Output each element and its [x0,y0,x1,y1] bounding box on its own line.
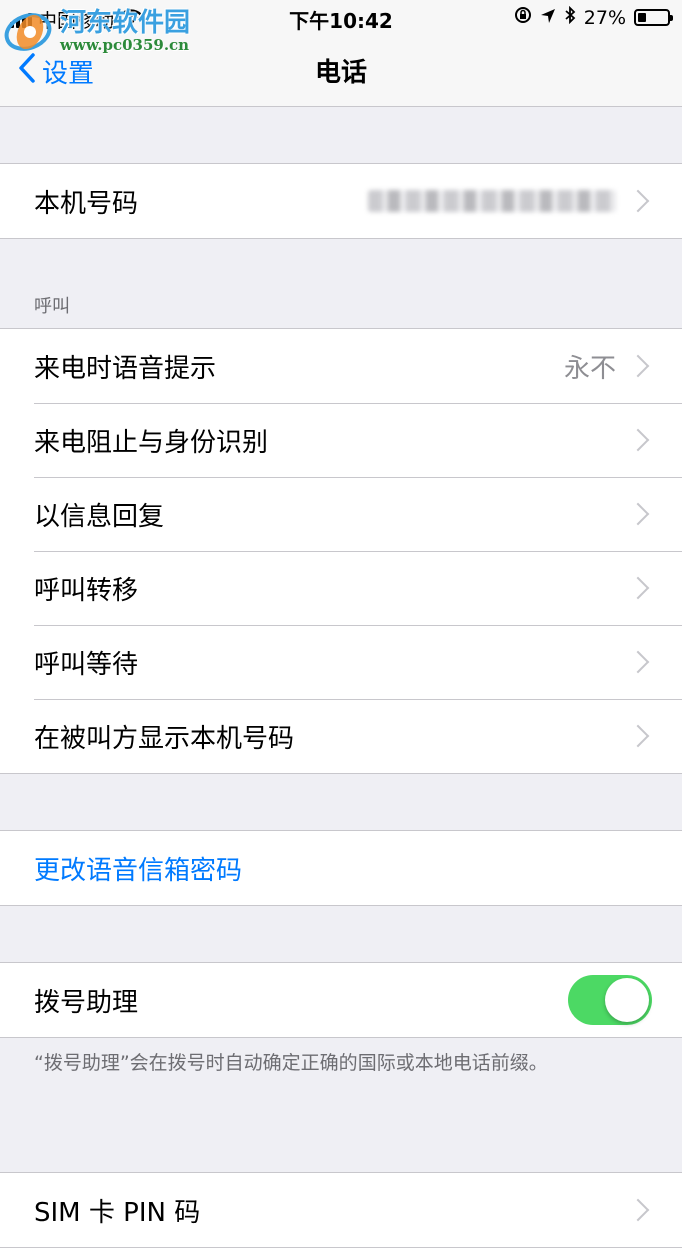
my-number-row[interactable]: 本机号码 [0,164,682,238]
announce-calls-label: 来电时语音提示 [34,353,217,384]
show-caller-id-row[interactable]: 在被叫方显示本机号码 [0,699,682,773]
change-voicemail-password-label: 更改语音信箱密码 [34,855,243,886]
chevron-right-icon [626,576,650,600]
page-title: 电话 [314,58,367,88]
sim-pin-row[interactable]: SIM 卡 PIN 码 [0,1173,682,1247]
watermark-url: www.pc0359.cn [60,35,190,54]
lock-rotation-icon [514,6,532,29]
chevron-right-icon [626,1198,650,1222]
chevron-right-icon [626,724,650,748]
chevron-right-icon [626,354,650,378]
change-voicemail-password-button[interactable]: 更改语音信箱密码 [0,831,682,905]
call-waiting-label: 呼叫等待 [34,649,139,680]
battery-percent: 27% [583,6,626,29]
voicemail-group: 更改语音信箱密码 [0,830,682,906]
call-blocking-row[interactable]: 来电阻止与身份识别 [0,403,682,477]
dial-assist-toggle[interactable] [568,975,652,1025]
my-number-group: 本机号码 [0,163,682,239]
call-blocking-label: 来电阻止与身份识别 [34,427,269,458]
respond-with-text-row[interactable]: 以信息回复 [0,477,682,551]
chevron-right-icon [626,650,650,674]
dial-assist-footer: “拨号助理”会在拨号时自动确定正确的国际或本地电话前缀。 [34,1052,548,1074]
battery-level-fill [638,13,646,22]
my-number-value-blurred [368,190,616,212]
bluetooth-icon [564,5,576,29]
watermark-title: 河东软件园 [60,8,191,39]
toggle-knob [605,978,649,1022]
calls-group: 来电时语音提示 永不 来电阻止与身份识别 以信息回复 呼叫转移 呼叫等待 在被叫… [0,328,682,774]
status-right: 27% [514,5,673,29]
call-waiting-row[interactable]: 呼叫等待 [0,625,682,699]
chevron-right-icon [626,428,650,452]
sim-pin-group: SIM 卡 PIN 码 [0,1172,682,1248]
chevron-right-icon [626,502,650,526]
my-number-label: 本机号码 [34,188,139,219]
call-forwarding-row[interactable]: 呼叫转移 [0,551,682,625]
dial-assist-label: 拨号助理 [34,987,139,1018]
show-caller-id-label: 在被叫方显示本机号码 [34,723,295,754]
watermark: 河东软件园 www.pc0359.cn [4,10,190,54]
sim-pin-label: SIM 卡 PIN 码 [34,1197,201,1228]
dial-assist-group: 拨号助理 [0,962,682,1038]
chevron-right-icon [626,189,650,213]
calls-section-header: 呼叫 [34,296,70,317]
respond-with-text-label: 以信息回复 [34,501,165,532]
dial-assist-row: 拨号助理 [0,963,682,1037]
call-forwarding-label: 呼叫转移 [34,575,139,606]
announce-calls-value: 永不 [563,353,616,384]
location-icon [540,7,556,29]
battery-icon [634,9,673,26]
watermark-logo-icon [4,10,56,54]
announce-calls-row[interactable]: 来电时语音提示 永不 [0,329,682,403]
